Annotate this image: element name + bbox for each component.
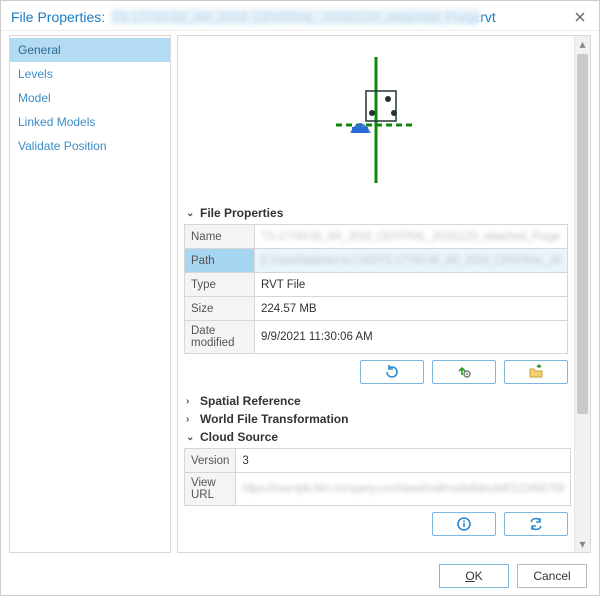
table-row: Date modified 9/9/2021 11:30:06 AM xyxy=(185,321,568,354)
section-label: Spatial Reference xyxy=(200,394,301,408)
info-icon xyxy=(457,517,471,531)
gear-up-icon xyxy=(456,364,472,380)
section-label: World File Transformation xyxy=(200,412,348,426)
file-preview-thumbnail xyxy=(184,38,568,202)
table-row: View URL https://example.bim.company.com… xyxy=(185,473,571,506)
prop-label: Size xyxy=(185,297,255,321)
cancel-button[interactable]: Cancel xyxy=(517,564,587,588)
section-spatial-reference-header[interactable]: › Spatial Reference xyxy=(186,394,568,408)
dialog-body: General Levels Model Linked Models Valid… xyxy=(1,31,599,557)
preview-image xyxy=(316,55,436,185)
sidebar-item-label: Linked Models xyxy=(18,115,95,129)
prop-label: Type xyxy=(185,273,255,297)
table-row: Path E:\UserData\Intro to CAD\TS-17743-0… xyxy=(185,249,568,273)
ok-button[interactable]: OK xyxy=(439,564,509,588)
prop-label: Version xyxy=(185,449,236,473)
dialog-title-label: File Properties: xyxy=(11,9,105,25)
section-cloud-source-header[interactable]: ⌄ Cloud Source xyxy=(186,430,568,444)
sidebar-item-label: Validate Position xyxy=(18,139,107,153)
prop-value-size: 224.57 MB xyxy=(254,297,567,321)
section-label: File Properties xyxy=(200,206,283,220)
table-row: Name TS-17743-00_AR_2018_CENTRAL_2018112… xyxy=(185,225,568,249)
file-properties-table: Name TS-17743-00_AR_2018_CENTRAL_2018112… xyxy=(184,224,568,354)
prop-label: Name xyxy=(185,225,255,249)
table-row: Version 3 xyxy=(185,449,571,473)
close-button[interactable] xyxy=(569,6,591,28)
prop-value-date: 9/9/2021 11:30:06 AM xyxy=(254,321,567,354)
close-icon xyxy=(575,12,585,22)
sync-icon xyxy=(528,516,544,532)
info-button[interactable] xyxy=(432,512,496,536)
section-world-file-header[interactable]: › World File Transformation xyxy=(186,412,568,426)
scroll-up-arrow[interactable]: ▴ xyxy=(575,36,590,52)
sidebar-item-label: General xyxy=(18,43,61,57)
file-properties-button-row xyxy=(184,360,568,384)
prop-label: View URL xyxy=(185,473,236,506)
prop-label: Date modified xyxy=(185,321,255,354)
prop-value-viewurl: https://example.bim.company.com/view/rev… xyxy=(236,473,571,506)
cloud-source-button-row xyxy=(184,512,568,536)
sidebar-item-levels[interactable]: Levels xyxy=(10,62,170,86)
sidebar-item-model[interactable]: Model xyxy=(10,86,170,110)
sync-button[interactable] xyxy=(504,512,568,536)
prop-value-path[interactable]: E:\UserData\Intro to CAD\TS-17743-00_AR_… xyxy=(254,249,567,273)
scroll-down-arrow[interactable]: ▾ xyxy=(575,536,590,552)
titlebar: File Properties: TS 17743-00_AR_2018_CEN… xyxy=(1,1,599,31)
vertical-scrollbar[interactable]: ▴ ▾ xyxy=(574,36,590,552)
cloud-source-table: Version 3 View URL https://example.bim.c… xyxy=(184,448,571,506)
dialog-footer: OK Cancel xyxy=(1,557,599,595)
open-folder-button[interactable] xyxy=(504,360,568,384)
scroll-thumb[interactable] xyxy=(577,54,588,414)
prop-value-version: 3 xyxy=(236,449,571,473)
chevron-down-icon: ⌄ xyxy=(186,432,200,443)
calculate-button[interactable] xyxy=(432,360,496,384)
sidebar-item-validate-position[interactable]: Validate Position xyxy=(10,134,170,158)
chevron-right-icon: › xyxy=(186,414,200,425)
refresh-button[interactable] xyxy=(360,360,424,384)
table-row: Size 224.57 MB xyxy=(185,297,568,321)
sidebar-item-general[interactable]: General xyxy=(10,38,170,62)
cancel-label: Cancel xyxy=(533,569,570,583)
sidebar-item-linked-models[interactable]: Linked Models xyxy=(10,110,170,134)
dialog-title-filename: TS 17743-00_AR_2018_CENTRAL_20181120_det… xyxy=(111,9,480,25)
section-file-properties-header[interactable]: ⌄ File Properties xyxy=(186,206,568,220)
content-scroll-area: ⌄ File Properties Name TS-17743-00_AR_20… xyxy=(178,36,574,552)
prop-label: Path xyxy=(185,249,255,273)
prop-value-name: TS-17743-00_AR_2018_CENTRAL_20181120_det… xyxy=(254,225,567,249)
table-row: Type RVT File xyxy=(185,273,568,297)
refresh-icon xyxy=(384,364,400,380)
chevron-down-icon: ⌄ xyxy=(186,208,200,219)
section-label: Cloud Source xyxy=(200,430,278,444)
sidebar: General Levels Model Linked Models Valid… xyxy=(9,35,171,553)
folder-open-icon xyxy=(528,364,544,380)
prop-value-type: RVT File xyxy=(254,273,567,297)
sidebar-item-label: Levels xyxy=(18,67,53,81)
sidebar-item-label: Model xyxy=(18,91,51,105)
content-panel: ⌄ File Properties Name TS-17743-00_AR_20… xyxy=(177,35,591,553)
chevron-right-icon: › xyxy=(186,396,200,407)
